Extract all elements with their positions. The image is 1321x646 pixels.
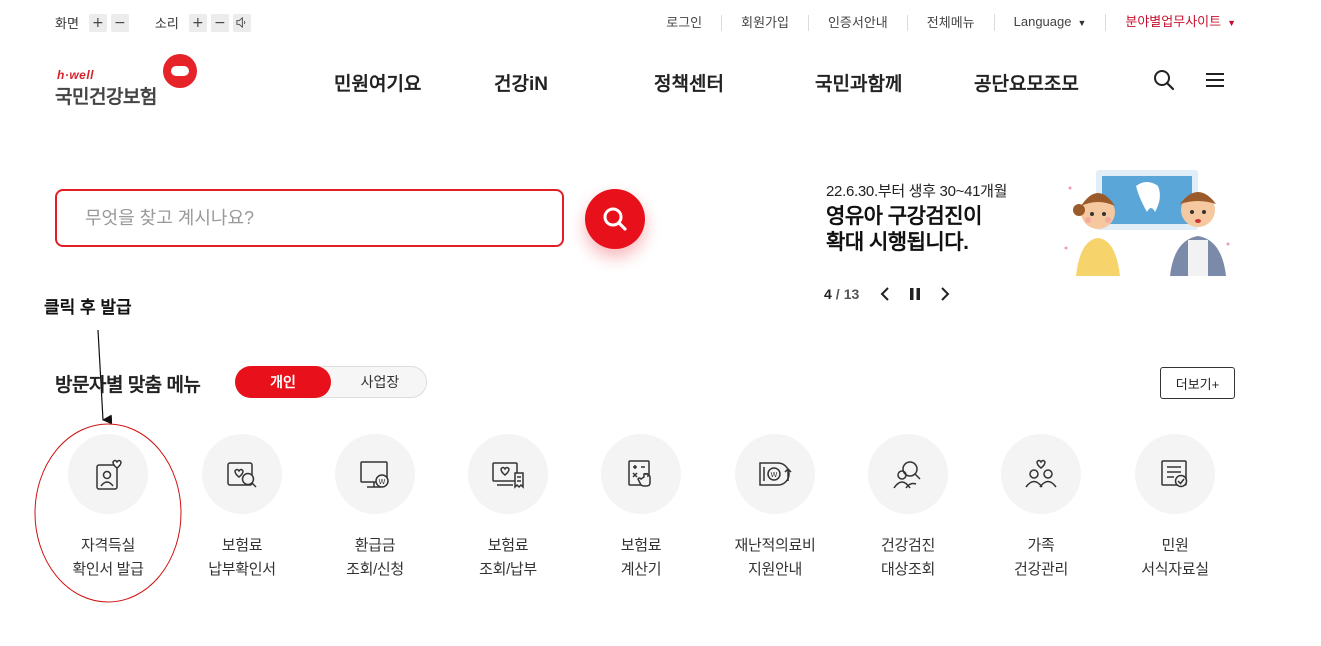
login-link[interactable]: 로그인 bbox=[647, 15, 721, 31]
zoom-out-button[interactable]: − bbox=[110, 13, 129, 32]
menu-premium-inquiry[interactable]: 보험료 조회/납부 bbox=[448, 434, 568, 582]
health-checkup-icon bbox=[868, 434, 948, 514]
accessibility-controls: 화면 + − 소리 + − bbox=[55, 13, 277, 32]
menu-item-line2: 계산기 bbox=[620, 561, 662, 578]
hamburger-menu-icon[interactable] bbox=[1203, 68, 1227, 92]
logo-mark-icon bbox=[163, 54, 197, 88]
banner-illustration[interactable] bbox=[1058, 168, 1238, 280]
calculator-icon bbox=[601, 434, 681, 514]
nav-health-in[interactable]: 건강iN bbox=[494, 69, 548, 96]
payment-confirmation-icon bbox=[202, 434, 282, 514]
nav-corporation-info[interactable]: 공단요모조모 bbox=[974, 69, 1079, 96]
speaker-icon[interactable] bbox=[232, 13, 251, 32]
menu-item-line2: 납부확인서 bbox=[208, 561, 276, 578]
premium-inquiry-icon bbox=[468, 434, 548, 514]
language-select[interactable]: Language ▼ bbox=[993, 14, 1106, 31]
banner-title-line1: 영유아 구강검진이 bbox=[826, 205, 982, 228]
menu-item-line1: 건강검진 bbox=[880, 537, 935, 554]
annotation-label: 클릭 후 발급 bbox=[44, 298, 132, 317]
menu-payment-confirmation[interactable]: 보험료 납부확인서 bbox=[182, 434, 302, 582]
menu-qualification-certificate[interactable]: 자격득실 확인서 발급 bbox=[48, 434, 168, 582]
menu-family-health[interactable]: 가족 건강관리 bbox=[981, 434, 1101, 582]
banner-current-page: 4 bbox=[824, 286, 832, 302]
next-slide-icon[interactable] bbox=[937, 285, 953, 303]
pause-icon[interactable] bbox=[907, 285, 923, 303]
logo-name: 국민건강보험 bbox=[55, 87, 157, 108]
caret-down-icon: ▼ bbox=[1077, 18, 1087, 28]
volume-down-button[interactable]: − bbox=[210, 13, 229, 32]
logo-hwell: h·well bbox=[57, 68, 95, 82]
field-site-select[interactable]: 분야별업무사이트 ▼ bbox=[1105, 14, 1236, 31]
toggle-individual[interactable]: 개인 bbox=[235, 366, 331, 398]
menu-item-line1: 보험료 bbox=[221, 537, 263, 554]
search-box bbox=[55, 189, 564, 247]
nhis-logo[interactable]: h·well 국민건강보험 bbox=[55, 54, 205, 108]
banner-subtitle[interactable]: 22.6.30.부터 생후 30~41개월 bbox=[826, 180, 1007, 201]
menu-item-line1: 재난적의료비 bbox=[734, 537, 816, 554]
menu-item-line1: 보험료 bbox=[620, 537, 662, 554]
banner-total-pages: 13 bbox=[843, 286, 860, 302]
menu-item-line1: 자격득실 bbox=[80, 537, 135, 554]
volume-up-button[interactable]: + bbox=[188, 13, 207, 32]
certificate-guide-link[interactable]: 인증서안내 bbox=[807, 14, 907, 31]
menu-item-line2: 지원안내 bbox=[747, 561, 802, 578]
toggle-business[interactable]: 사업장 bbox=[332, 366, 428, 398]
more-button[interactable]: 더보기+ bbox=[1160, 367, 1235, 399]
nav-civil-service[interactable]: 민원여기요 bbox=[334, 69, 421, 96]
zoom-in-button[interactable]: + bbox=[88, 13, 107, 32]
visitor-type-toggle: 개인 사업장 bbox=[235, 366, 427, 398]
menu-item-line1: 환급금 bbox=[354, 537, 396, 554]
language-label: Language bbox=[1013, 14, 1072, 29]
search-button[interactable] bbox=[585, 189, 645, 249]
menu-medical-expense-support[interactable]: W 재난적의료비 지원안내 bbox=[715, 434, 835, 582]
field-site-label: 분야별업무사이트 bbox=[1125, 14, 1222, 29]
search-icon bbox=[603, 207, 627, 231]
custom-menu-title: 방문자별 맞춤 메뉴 bbox=[55, 375, 201, 396]
screen-zoom-label: 화면 bbox=[55, 16, 79, 31]
sound-group: 소리 + − bbox=[155, 13, 255, 32]
banner-page-separator: / bbox=[835, 286, 840, 302]
family-health-icon bbox=[1001, 434, 1081, 514]
prev-slide-icon[interactable] bbox=[877, 285, 893, 303]
menu-item-line2: 서식자료실 bbox=[1141, 561, 1209, 578]
all-menu-link[interactable]: 전체메뉴 bbox=[906, 14, 994, 31]
screen-zoom-group: 화면 + − bbox=[55, 13, 133, 32]
search-icon[interactable] bbox=[1152, 68, 1176, 92]
refund-icon: W bbox=[335, 434, 415, 514]
menu-item-line2: 건강관리 bbox=[1013, 561, 1068, 578]
menu-calculator[interactable]: 보험료 계산기 bbox=[581, 434, 701, 582]
forms-library-icon bbox=[1135, 434, 1215, 514]
caret-down-icon: ▼ bbox=[1227, 18, 1236, 28]
menu-item-line2: 조회/납부 bbox=[479, 561, 537, 578]
menu-item-line1: 보험료 bbox=[487, 537, 529, 554]
banner-title[interactable]: 영유아 구강검진이 확대 시행됩니다. bbox=[826, 204, 982, 256]
utility-links: 로그인 회원가입 인증서안내 전체메뉴 Language ▼ 분야별업무사이트 ▼ bbox=[647, 14, 1236, 31]
menu-forms-library[interactable]: 민원 서식자료실 bbox=[1115, 434, 1235, 582]
menu-refund[interactable]: W 환급금 조회/신청 bbox=[315, 434, 435, 582]
banner-pager: 4 / 13 bbox=[824, 285, 953, 303]
menu-health-checkup[interactable]: 건강검진 대상조회 bbox=[848, 434, 968, 582]
menu-item-line2: 확인서 발급 bbox=[72, 561, 144, 578]
menu-item-line2: 대상조회 bbox=[880, 561, 935, 578]
svg-text:W: W bbox=[379, 478, 386, 486]
search-input[interactable] bbox=[57, 191, 562, 245]
qualification-certificate-icon bbox=[68, 434, 148, 514]
sound-label: 소리 bbox=[154, 16, 179, 31]
medical-expense-support-icon: W bbox=[735, 434, 815, 514]
menu-item-line2: 조회/신청 bbox=[346, 561, 404, 578]
menu-item-line1: 가족 bbox=[1027, 537, 1055, 554]
svg-text:W: W bbox=[771, 471, 778, 479]
nav-policy-center[interactable]: 정책센터 bbox=[654, 69, 724, 96]
menu-item-line1: 민원 bbox=[1161, 537, 1189, 554]
signup-link[interactable]: 회원가입 bbox=[721, 14, 808, 31]
banner-title-line2: 확대 시행됩니다. bbox=[826, 231, 969, 254]
nav-with-people[interactable]: 국민과함께 bbox=[815, 69, 902, 96]
